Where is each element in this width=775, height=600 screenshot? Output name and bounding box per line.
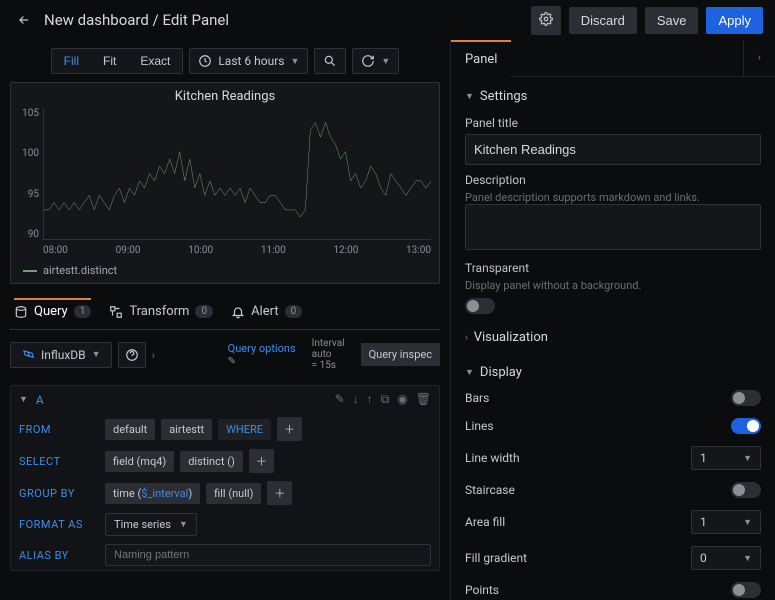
fit-button[interactable]: Fit: [91, 49, 128, 73]
chevron-down-icon: ▼: [290, 56, 299, 67]
tab-panel[interactable]: Panel: [451, 40, 511, 77]
add-where-button[interactable]: ＋: [277, 417, 302, 441]
tab-query[interactable]: Query 1: [14, 298, 91, 319]
section-display[interactable]: ▼Display: [465, 361, 761, 384]
back-button[interactable]: [12, 8, 36, 32]
points-toggle[interactable]: [731, 582, 761, 598]
from-default-chip[interactable]: default: [105, 419, 155, 440]
linewidth-select[interactable]: 1▼: [691, 446, 761, 470]
question-icon: [125, 348, 139, 362]
panel-title-input[interactable]: [465, 134, 761, 165]
search-icon: [323, 54, 337, 68]
clock-icon: [198, 54, 212, 68]
query-inspector-button[interactable]: Query inspec: [361, 343, 440, 366]
query-editor-A: ▼ A ✎ ↓ ↑ ⧉ ◉ 🗑 FROM default airtestt WH…: [10, 385, 440, 571]
legend-swatch: [23, 270, 37, 272]
arrow-left-icon: [17, 13, 31, 27]
section-visualization[interactable]: ›Visualization: [465, 326, 761, 349]
move-up-icon[interactable]: ↑: [367, 392, 373, 407]
chevron-down-icon: ▼: [92, 349, 101, 360]
gear-icon: [539, 12, 553, 26]
duplicate-icon[interactable]: ⧉: [381, 392, 390, 407]
tab-transform[interactable]: Transform 0: [109, 304, 213, 319]
areafill-select[interactable]: 1▼: [691, 510, 761, 534]
save-button[interactable]: Save: [645, 7, 699, 34]
edit-icon[interactable]: ✎: [228, 356, 296, 367]
where-keyword[interactable]: WHERE: [218, 419, 271, 440]
breadcrumb: New dashboard / Edit Panel: [44, 11, 523, 29]
y-axis: 1051009590: [15, 108, 43, 240]
alias-input[interactable]: [105, 544, 431, 566]
refresh-button[interactable]: ▼: [352, 48, 399, 74]
refresh-icon: [361, 54, 375, 68]
delete-icon[interactable]: 🗑: [416, 392, 431, 407]
bars-toggle[interactable]: [731, 390, 761, 406]
timerange-label: Last 6 hours: [218, 54, 284, 68]
chart-title: Kitchen Readings: [15, 89, 435, 104]
add-select-button[interactable]: ＋: [249, 449, 274, 473]
section-settings[interactable]: ▼Settings: [465, 85, 761, 108]
expand-sidebar-button[interactable]: ›: [743, 40, 775, 76]
chevron-down-icon: ▼: [381, 56, 390, 67]
toggle-visibility-icon[interactable]: ◉: [397, 392, 407, 407]
format-select[interactable]: Time series▼: [105, 513, 197, 536]
tab-alert[interactable]: Alert 0: [231, 304, 302, 319]
database-icon: [14, 305, 28, 319]
exact-button[interactable]: Exact: [128, 49, 182, 73]
discard-button[interactable]: Discard: [569, 7, 637, 34]
bell-icon: [231, 305, 245, 319]
groupby-time-chip[interactable]: time ($_interval): [105, 483, 200, 504]
select-field-chip[interactable]: field (mq4): [105, 451, 174, 472]
chart-legend[interactable]: airtestt.distinct: [15, 258, 435, 279]
panel-description-input[interactable]: [465, 204, 761, 250]
timerange-picker[interactable]: Last 6 hours ▼: [189, 48, 308, 74]
staircase-toggle[interactable]: [731, 482, 761, 498]
move-down-icon[interactable]: ↓: [353, 392, 359, 407]
apply-button[interactable]: Apply: [706, 7, 763, 34]
influxdb-icon: [21, 348, 35, 362]
view-mode-segment: Fill Fit Exact: [51, 48, 184, 74]
settings-button[interactable]: [531, 6, 561, 35]
expand-arrow[interactable]: ›: [152, 348, 156, 362]
from-measurement-chip[interactable]: airtestt: [161, 419, 212, 440]
chart-plot[interactable]: [43, 108, 431, 240]
datasource-picker[interactable]: InfluxDB ▼: [10, 342, 112, 368]
fill-button[interactable]: Fill: [52, 49, 91, 73]
select-agg-chip[interactable]: distinct (): [180, 451, 243, 472]
transform-icon: [109, 305, 123, 319]
transparent-toggle[interactable]: [465, 298, 495, 314]
edit-icon[interactable]: ✎: [335, 392, 345, 407]
datasource-help-button[interactable]: [118, 342, 146, 368]
x-axis: 08:0009:0010:0011:0012:0013:00: [43, 245, 431, 256]
lines-toggle[interactable]: [731, 418, 761, 434]
add-groupby-button[interactable]: ＋: [267, 481, 292, 505]
zoom-out-button[interactable]: [314, 48, 346, 74]
fillgrad-select[interactable]: 0▼: [691, 546, 761, 570]
chart-panel: Kitchen Readings 1051009590 08:0009:0010…: [10, 82, 440, 284]
chevron-down-icon[interactable]: ▼: [19, 394, 28, 405]
groupby-fill-chip[interactable]: fill (null): [206, 483, 261, 504]
